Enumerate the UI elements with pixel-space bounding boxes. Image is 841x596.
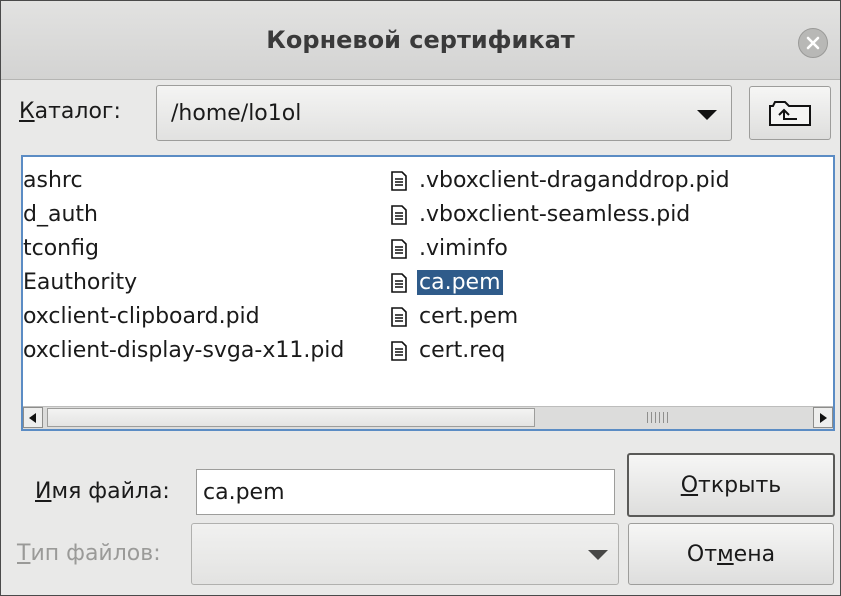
list-item-selected[interactable]: ca.pem	[391, 269, 503, 297]
close-button[interactable]	[798, 28, 828, 58]
dialog-title: Корневой сертификат	[266, 26, 575, 54]
list-item[interactable]: .vboxclient-draganddrop.pid	[391, 167, 732, 195]
chevron-down-icon	[697, 110, 717, 120]
list-item[interactable]: d_auth	[23, 201, 100, 229]
directory-label: Каталог:	[19, 99, 121, 124]
document-icon	[391, 341, 407, 361]
list-item[interactable]: cert.pem	[391, 303, 520, 331]
filename-label: Имя файла:	[35, 479, 170, 504]
open-button[interactable]: Открыть	[627, 453, 835, 517]
title-bar[interactable]: Корневой сертификат	[1, 1, 840, 80]
filetype-combobox[interactable]	[191, 523, 619, 585]
scroll-right-button[interactable]	[813, 407, 833, 428]
cancel-button[interactable]: Отмена	[628, 523, 834, 585]
horizontal-scrollbar[interactable]	[23, 406, 833, 429]
scrollbar-thumb[interactable]	[47, 408, 535, 427]
list-item[interactable]: Eauthority	[23, 269, 139, 297]
list-item[interactable]: oxclient-display-svga-x11.pid	[23, 337, 346, 365]
directory-combobox[interactable]: /home/lo1ol	[156, 85, 732, 141]
arrow-left-icon	[29, 413, 36, 423]
list-item[interactable]: oxclient-clipboard.pid	[23, 303, 262, 331]
document-icon	[391, 171, 407, 191]
list-item[interactable]: .viminfo	[391, 235, 510, 263]
list-item[interactable]: tconfig	[23, 235, 101, 263]
scroll-left-button[interactable]	[23, 407, 43, 428]
open-button-label: Открыть	[680, 472, 782, 498]
filetype-label: Тип файлов:	[17, 541, 161, 566]
arrow-right-icon	[820, 413, 827, 423]
scrollbar-grip	[647, 412, 669, 423]
list-item[interactable]: cert.req	[391, 337, 507, 365]
close-icon	[806, 36, 820, 50]
folder-up-button[interactable]	[749, 86, 831, 140]
document-icon	[391, 239, 407, 259]
document-icon	[391, 205, 407, 225]
chevron-down-icon	[588, 550, 608, 560]
cancel-button-label: Отмена	[686, 541, 776, 567]
filename-input[interactable]: ca.pem	[196, 469, 615, 515]
file-dialog-window: Корневой сертификат Каталог: /home/lo1ol…	[0, 0, 841, 596]
filename-value: ca.pem	[203, 479, 285, 505]
directory-value: /home/lo1ol	[171, 100, 302, 126]
file-list[interactable]: ashrc d_auth tconfig Eauthority oxclient…	[21, 155, 835, 431]
list-item[interactable]: .vboxclient-seamless.pid	[391, 201, 692, 229]
folder-up-icon	[769, 101, 811, 126]
list-item[interactable]: ashrc	[23, 167, 85, 195]
document-icon	[391, 273, 407, 293]
document-icon	[391, 307, 407, 327]
